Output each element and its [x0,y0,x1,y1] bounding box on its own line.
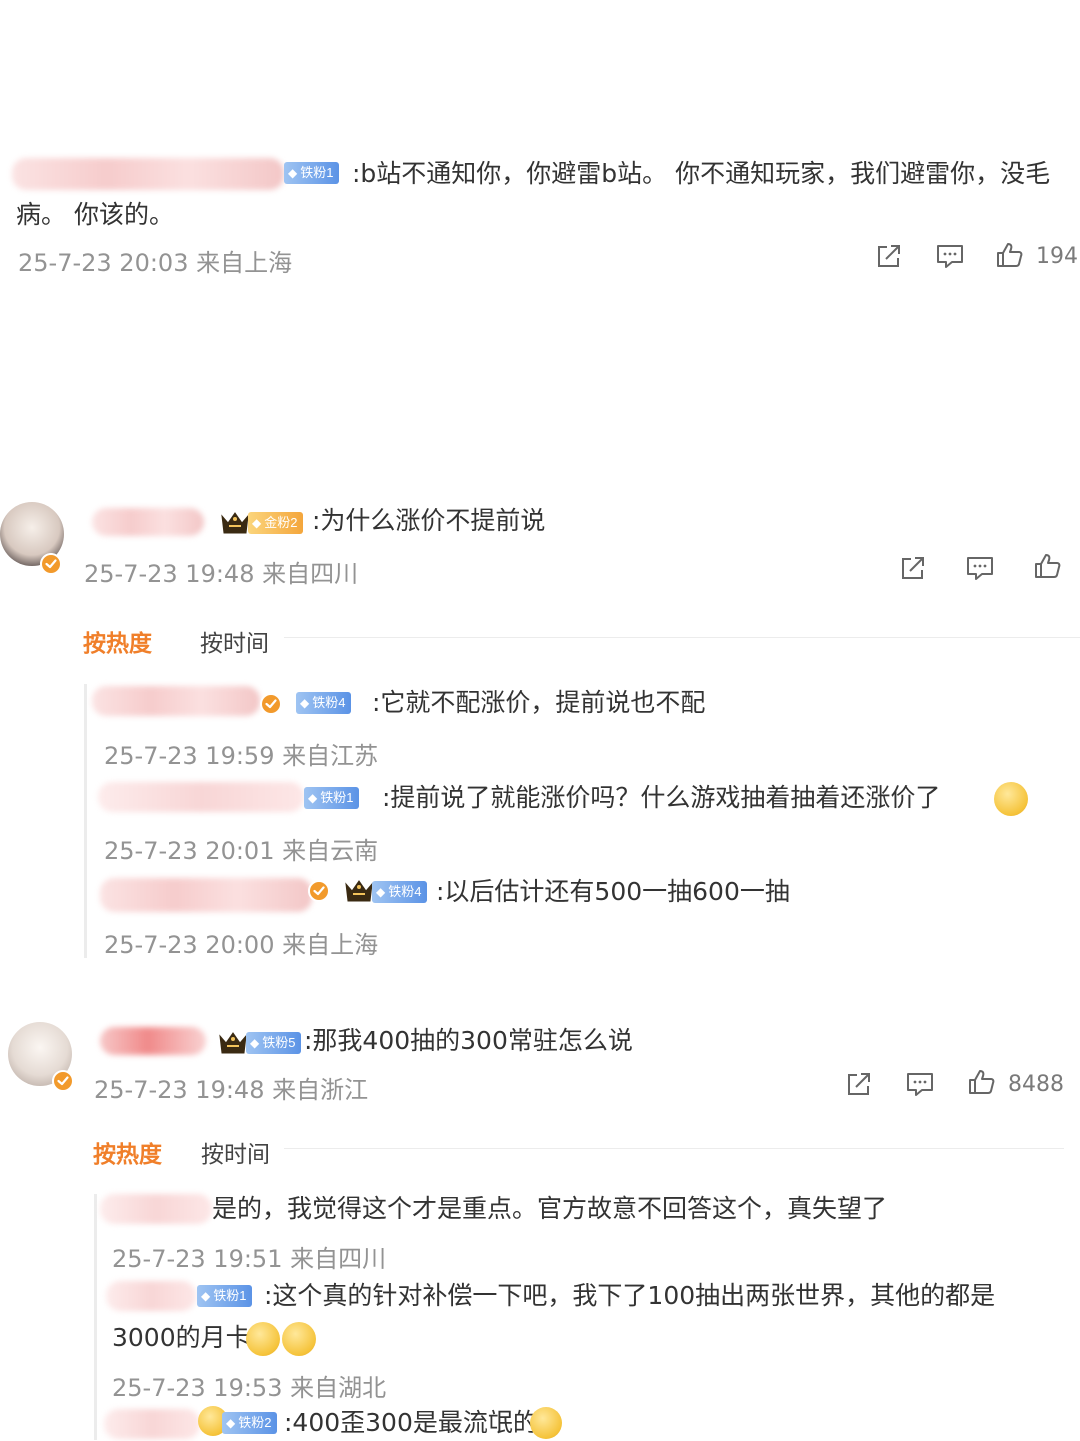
like-icon[interactable] [1032,551,1062,581]
emoji-icon [530,1407,562,1439]
reply-thread-line [84,684,87,958]
like-icon[interactable] [994,240,1024,270]
like-count: 194 [1036,244,1078,269]
verified-icon [40,553,62,575]
diamond-icon: ◆ [250,1036,260,1050]
divider [284,637,1080,638]
comment-meta: 25-7-23 20:03 来自上海 [18,249,293,277]
share-icon[interactable] [874,241,904,271]
username-redacted[interactable] [92,508,204,536]
crown-icon [344,878,374,904]
username-redacted[interactable] [100,1027,206,1055]
reply-meta: 25-7-23 20:01 来自云南 [104,837,379,865]
emoji-icon [282,1322,316,1356]
crown-icon [220,510,250,536]
verified-icon [52,1070,74,1092]
diamond-icon: ◆ [300,696,310,710]
like-icon[interactable] [966,1067,996,1097]
emoji-icon [246,1322,280,1356]
like-count: 8488 [1008,1072,1064,1097]
reply-thread-line [94,1194,97,1440]
reply-text: 是的，我觉得这个才是重点。官方故意不回答这个，真失望了 [212,1194,888,1223]
diamond-icon: ◆ [288,166,298,180]
fan-badge[interactable]: ◆ 铁粉1 [284,162,340,184]
diamond-icon: ◆ [226,1416,236,1430]
reply-meta: 25-7-23 19:59 来自江苏 [104,742,379,770]
diamond-icon: ◆ [376,885,386,899]
fan-badge[interactable]: ◆ 铁粉1 [197,1285,253,1307]
crown-icon [218,1030,248,1056]
reply-text: :提前说了就能涨价吗？什么游戏抽着抽着还涨价了 [382,783,941,812]
tab-time[interactable]: 按时间 [200,624,269,658]
fan-badge[interactable]: ◆ 铁粉2 [222,1412,278,1434]
share-icon[interactable] [844,1069,874,1099]
username-redacted[interactable] [92,686,260,716]
tab-hot[interactable]: 按热度 [93,1135,162,1169]
reply-meta: 25-7-23 19:53 来自湖北 [112,1374,387,1402]
fan-badge[interactable]: ◆ 铁粉4 [372,881,428,903]
reply-text: :这个真的针对补偿一下吧，我下了100抽出两张世界，其他的都是 [264,1281,996,1310]
reply-text: :400歪300是最流氓的 [284,1408,538,1437]
comment-icon[interactable] [965,553,995,583]
share-icon[interactable] [898,553,928,583]
reply-meta: 25-7-23 20:00 来自上海 [104,931,379,959]
diamond-icon: ◆ [308,791,318,805]
fan-badge[interactable]: ◆ 金粉2 [248,512,304,534]
comment-text-cont: 病。 你该的。 [16,200,174,229]
comment-text: :b站不通知你，你避雷b站。 你不通知玩家，我们避雷你，没毛 [352,159,1051,188]
comment-icon[interactable] [935,241,965,271]
reply-text: :以后估计还有500一抽600一抽 [436,877,790,906]
tab-hot[interactable]: 按热度 [83,624,152,658]
fan-badge[interactable]: ◆ 铁粉1 [304,787,360,809]
divider [284,1148,1064,1149]
username-redacted[interactable] [12,158,284,190]
fan-badge[interactable]: ◆ 铁粉4 [296,692,352,714]
reply-text-cont: 3000的月卡 [112,1323,251,1352]
comment-icon[interactable] [905,1069,935,1099]
comment-text: :为什么涨价不提前说 [312,506,546,535]
username-redacted[interactable] [100,878,312,912]
reply-text: :它就不配涨价，提前说也不配 [372,688,706,717]
username-redacted[interactable] [100,1194,212,1224]
comment-text: :那我400抽的300常驻怎么说 [304,1026,633,1055]
username-redacted[interactable] [104,1409,200,1439]
username-redacted[interactable] [106,1281,196,1311]
emoji-icon [994,782,1028,816]
diamond-icon: ◆ [252,516,262,530]
verified-icon [308,880,330,902]
comment-meta: 25-7-23 19:48 来自浙江 [94,1076,369,1104]
reply-meta: 25-7-23 19:51 来自四川 [112,1245,387,1273]
diamond-icon: ◆ [201,1289,211,1303]
username-redacted[interactable] [98,782,304,812]
verified-icon [260,693,282,715]
tab-time[interactable]: 按时间 [201,1135,270,1169]
comment-meta: 25-7-23 19:48 来自四川 [84,560,359,588]
fan-badge[interactable]: ◆ 铁粉5 [246,1032,302,1054]
